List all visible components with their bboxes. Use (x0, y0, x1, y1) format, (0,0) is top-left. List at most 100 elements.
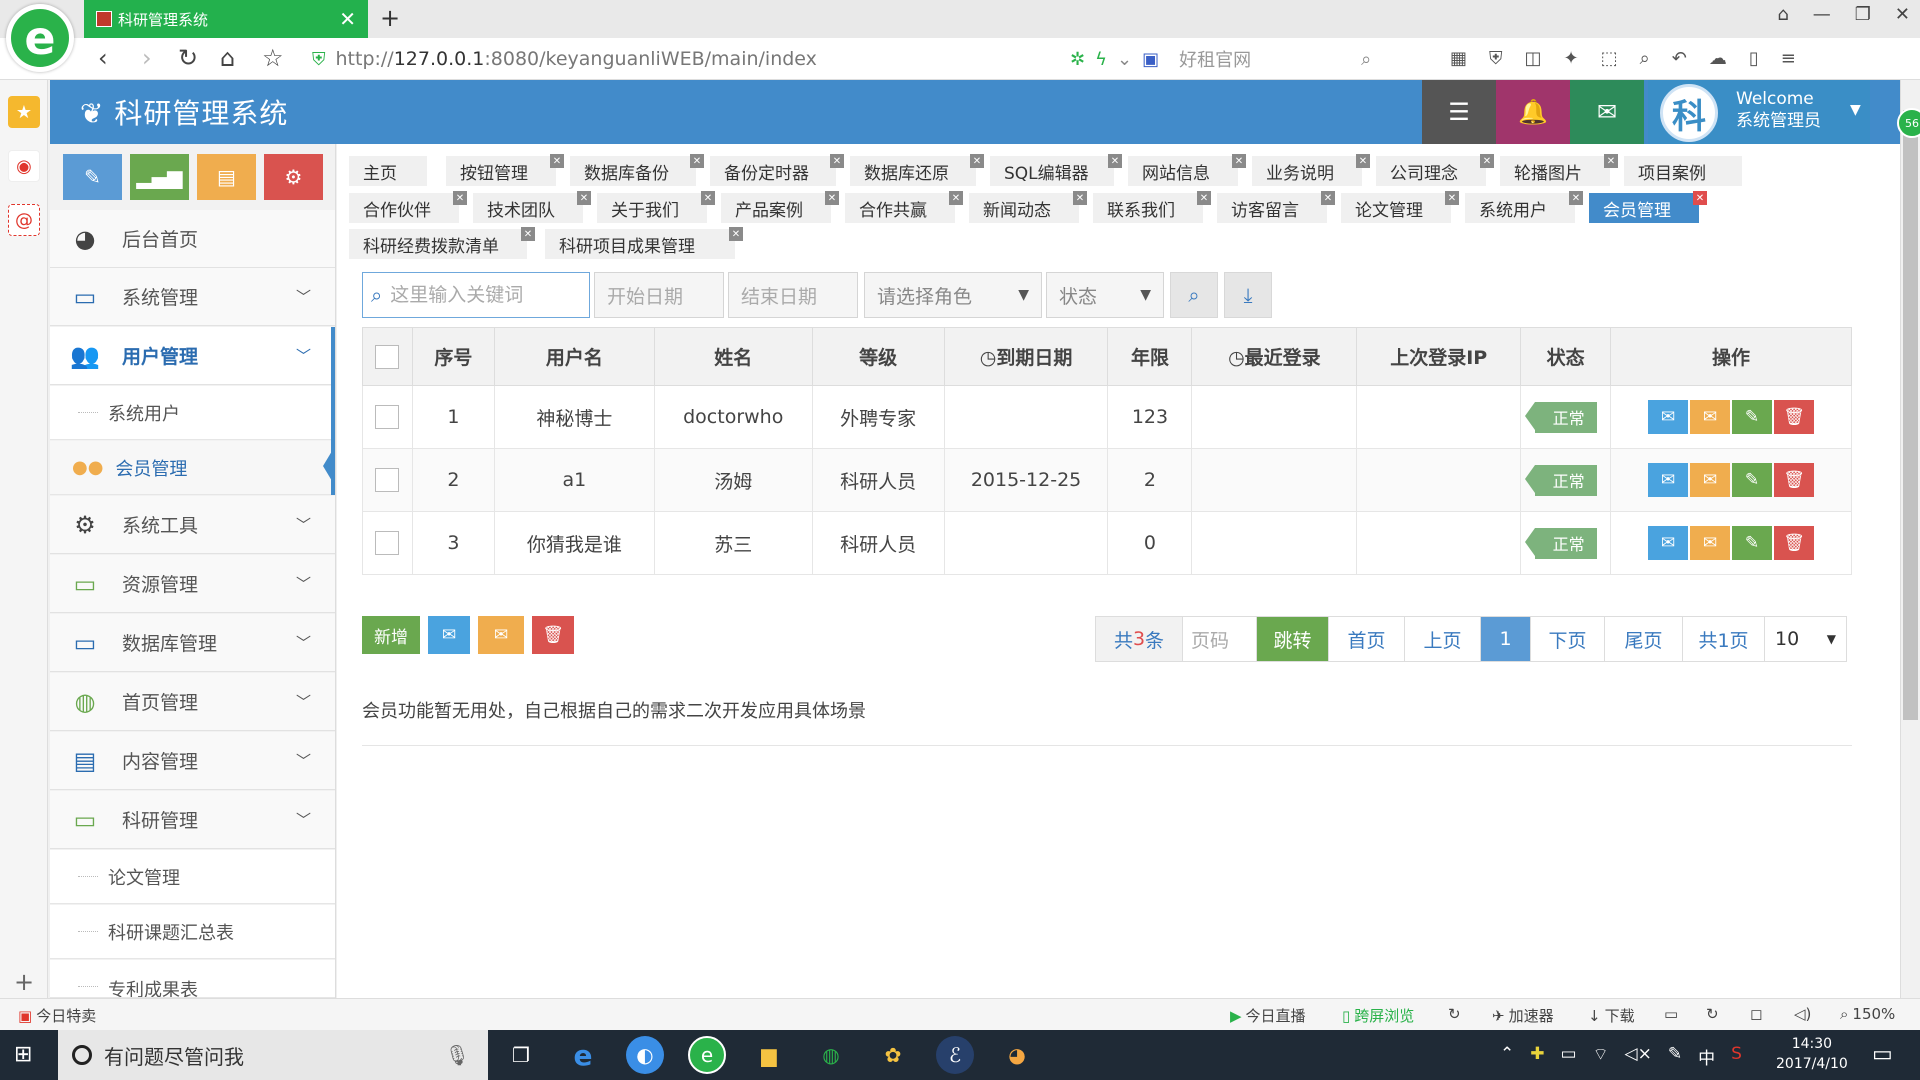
tab-close-icon[interactable]: ✕ (1480, 154, 1494, 168)
layout-icon[interactable]: ▭ (1664, 1005, 1678, 1023)
row-checkbox[interactable] (375, 531, 400, 555)
edge-icon[interactable]: e (564, 1036, 602, 1074)
window-icon[interactable]: ◻ (1750, 1005, 1762, 1023)
pencil-shortcut-button[interactable]: ✎ (63, 154, 122, 200)
ime-indicator[interactable]: 中 (1698, 1044, 1715, 1069)
sidebar-item-homepage[interactable]: ◍ 首页管理 ﹀ (50, 673, 335, 731)
phone-icon[interactable]: ▯ (1749, 48, 1759, 69)
restore-icon[interactable]: ❐ (1855, 4, 1871, 25)
apps-icon[interactable]: ▦ (1450, 48, 1467, 69)
back-icon[interactable]: ‹ (98, 44, 108, 72)
minimize-icon[interactable]: — (1813, 4, 1831, 25)
mute-icon[interactable]: ◁× (1625, 1044, 1652, 1069)
favorite-star-icon[interactable]: ☆ (262, 44, 284, 72)
eclipse-icon[interactable]: ℰ (936, 1036, 974, 1074)
sidebar-item-content[interactable]: ▤ 内容管理 ﹀ (50, 732, 335, 790)
pen-icon[interactable]: ✎ (1668, 1044, 1682, 1069)
tab-db-restore[interactable]: 数据库还原 ✕ (850, 154, 984, 186)
tab-close-icon[interactable]: ✕ (577, 191, 591, 205)
tab-close-icon[interactable]: ✕ (453, 191, 467, 205)
tab-close-icon[interactable]: ✕ (830, 154, 844, 168)
edit-button[interactable]: ✎ (1732, 400, 1773, 434)
notification-badge[interactable]: 56 (1897, 108, 1920, 138)
microphone-icon[interactable]: 🎙 (445, 1043, 470, 1067)
translate-icon[interactable]: ⌕ (1640, 48, 1650, 69)
new-tab-icon[interactable]: + (380, 4, 400, 32)
tab-team[interactable]: 技术团队 ✕ (473, 191, 591, 223)
send-message-button[interactable]: ✉ (1690, 463, 1731, 497)
tab-backup-timer[interactable]: 备份定时器 ✕ (710, 154, 844, 186)
tab-close-icon[interactable]: ✕ (729, 227, 743, 241)
page-number-input[interactable]: 页码 (1183, 616, 1257, 662)
notification-center-icon[interactable]: ▭ (1872, 1042, 1893, 1067)
undo-icon[interactable]: ↶ (1672, 48, 1687, 69)
row-checkbox[interactable] (375, 405, 400, 429)
sidebar-item-research[interactable]: ▭ 科研管理 ﹀ (50, 791, 335, 849)
send-email-button[interactable]: ✉ (1648, 400, 1689, 434)
today-deals[interactable]: ▣ 今日特卖 (18, 1005, 96, 1026)
game-icon[interactable]: ✦ (1564, 48, 1579, 69)
tab-close-icon[interactable]: ✕ (1569, 191, 1583, 205)
batch-delete-button[interactable]: 🗑 (532, 616, 574, 654)
wechat-icon[interactable]: ◍ (812, 1036, 850, 1074)
tab-db-backup[interactable]: 数据库备份 ✕ (570, 154, 704, 186)
close-window-icon[interactable]: ✕ (1895, 4, 1910, 25)
tab-partners[interactable]: 合作伙伴 ✕ (349, 191, 467, 223)
sidebar-subitem-members[interactable]: ●● 会员管理 (50, 441, 335, 495)
tab-contact[interactable]: 联系我们 ✕ (1093, 191, 1211, 223)
first-page-button[interactable]: 首页 (1329, 616, 1405, 662)
sidebar-item-resources[interactable]: ▭ 资源管理 ﹀ (50, 555, 335, 613)
tab-products[interactable]: 产品案例 ✕ (721, 191, 839, 223)
forward-icon[interactable]: › (142, 44, 152, 72)
status-select[interactable]: 状态 ▼ (1046, 272, 1164, 318)
accelerator-button[interactable]: ✈ 加速器 (1492, 1005, 1554, 1026)
prev-page-button[interactable]: 上页 (1405, 616, 1481, 662)
send-message-button[interactable]: ✉ (1690, 526, 1731, 560)
sidebar-subitem-papers[interactable]: 论文管理 (50, 850, 335, 904)
tab-close-icon[interactable]: ✕ (690, 154, 704, 168)
paw-app-icon[interactable]: ✿ (874, 1036, 912, 1074)
tab-philosophy[interactable]: 公司理念 ✕ (1376, 154, 1494, 186)
select-all-checkbox[interactable] (375, 344, 400, 369)
sidebar-item-users[interactable]: 👥 用户管理 ﹀ (50, 327, 335, 385)
book-shortcut-button[interactable]: ▤ (197, 154, 256, 200)
zoom-control[interactable]: ⌕ 150% (1840, 1005, 1895, 1023)
user-caret-icon[interactable]: ▼ (1850, 102, 1861, 118)
file-explorer-icon[interactable]: ▆ (750, 1036, 788, 1074)
search-engine-text[interactable]: 好租官网 (1179, 46, 1251, 72)
tasks-button[interactable]: ☰ (1422, 80, 1496, 144)
browser-tab[interactable]: 科研管理系统 ✕ (84, 0, 368, 38)
go-button[interactable]: 跳转 (1257, 616, 1329, 662)
tab-close-icon[interactable]: ✕ (1321, 191, 1335, 205)
cogs-shortcut-button[interactable]: ⚙ (264, 154, 323, 200)
tab-news[interactable]: 新闻动态 ✕ (969, 191, 1087, 223)
battery-icon[interactable]: ▭ (1561, 1044, 1577, 1069)
send-email-button[interactable]: ✉ (1648, 463, 1689, 497)
edit-button[interactable]: ✎ (1732, 526, 1773, 560)
keyword-search-field[interactable]: ⌕ (362, 272, 590, 318)
search-icon[interactable]: ⌕ (1361, 49, 1371, 70)
tray-360-icon[interactable]: ✚ (1530, 1044, 1544, 1069)
tab-carousel[interactable]: 轮播图片 ✕ (1500, 154, 1618, 186)
task-view-icon[interactable]: ❐ (502, 1036, 540, 1074)
last-page-button[interactable]: 尾页 (1605, 616, 1683, 662)
add-button[interactable]: 新增 (362, 616, 420, 654)
send-email-button[interactable]: ✉ (1648, 526, 1689, 560)
volume-icon[interactable]: ◁) (1794, 1005, 1811, 1023)
tab-close-icon[interactable]: ✕ (949, 191, 963, 205)
next-page-button[interactable]: 下页 (1531, 616, 1605, 662)
tab-close-icon[interactable]: ✕ (339, 7, 356, 31)
sidebar-subitem-topics[interactable]: 科研课题汇总表 (50, 905, 335, 959)
windows-start-icon[interactable]: ⊞ (14, 1042, 32, 1067)
tab-funding-list[interactable]: 科研经费拨款清单 ✕ (349, 227, 535, 259)
sogou-icon[interactable]: S (1731, 1044, 1742, 1069)
tray-up-icon[interactable]: ⌃ (1500, 1044, 1514, 1069)
sidebar-item-database[interactable]: ▭ 数据库管理 ﹀ (50, 614, 335, 672)
batch-email-button[interactable]: ✉ (428, 616, 470, 654)
favorites-star-icon[interactable]: ★ (8, 96, 40, 128)
sidebar-item-tools[interactable]: ⚙ 系统工具 ﹀ (50, 496, 335, 554)
send-message-button[interactable]: ✉ (1690, 400, 1731, 434)
tab-system-users[interactable]: 系统用户 ✕ (1465, 191, 1583, 223)
cloud-icon[interactable]: ☁ (1709, 48, 1727, 69)
row-checkbox[interactable] (375, 468, 400, 492)
